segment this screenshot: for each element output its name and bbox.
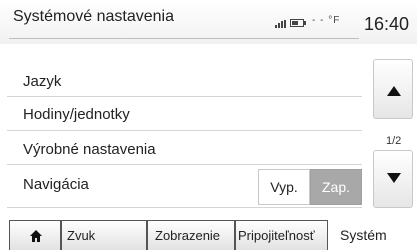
page-indicator: 1/2	[386, 135, 402, 147]
menu-item-vyrobne-nastavenia[interactable]: Výrobné nastavenia	[23, 141, 156, 158]
menu-item-navigacia: Navigácia	[23, 176, 89, 193]
tab-bar: Zvuk Zobrazenie Pripojiteľnosť Systém	[0, 220, 417, 250]
scroll-down-button[interactable]	[373, 150, 413, 208]
page-title: Systémové nastavenia	[13, 8, 174, 25]
status-header: Systémové nastavenia - - °F 16:40	[0, 0, 417, 44]
tab-zobrazenie[interactable]: Zobrazenie	[147, 220, 235, 250]
divider	[7, 130, 362, 131]
toggle-off-button[interactable]: Vyp.	[258, 169, 310, 205]
navigation-toggle[interactable]: Vyp. Zap.	[258, 169, 362, 205]
divider	[7, 96, 362, 97]
menu-item-jazyk[interactable]: Jazyk	[23, 73, 61, 90]
header-divider	[9, 38, 359, 39]
tab-system[interactable]: Systém	[328, 220, 417, 250]
battery-icon	[290, 19, 306, 27]
tab-home[interactable]	[9, 220, 61, 250]
divider	[7, 164, 362, 165]
temperature-readout: - - °F	[312, 15, 341, 26]
tab-pripojitelnost[interactable]: Pripojiteľnosť	[235, 220, 328, 250]
home-icon	[30, 230, 42, 242]
divider	[7, 207, 362, 208]
clock: 16:40	[364, 14, 410, 34]
arrow-up-icon	[387, 86, 401, 96]
scroll-up-button[interactable]	[373, 59, 413, 119]
toggle-on-button[interactable]: Zap.	[310, 169, 362, 205]
tab-zvuk[interactable]: Zvuk	[61, 220, 147, 250]
arrow-down-icon	[387, 173, 401, 183]
menu-item-hodiny-jednotky[interactable]: Hodiny/jednotky	[23, 106, 130, 123]
